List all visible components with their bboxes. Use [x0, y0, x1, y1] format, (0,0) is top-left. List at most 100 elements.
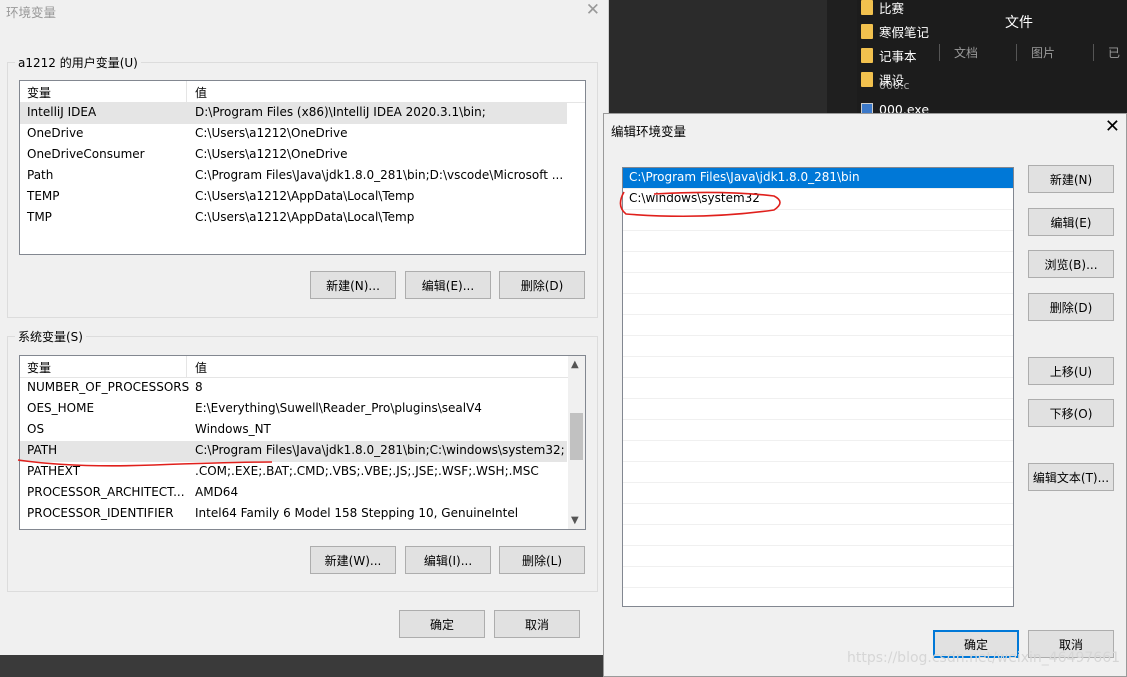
table-header: 变量 值: [20, 356, 585, 378]
table-row[interactable]: PROCESSOR_IDENTIFIER Intel64 Family 6 Mod…: [20, 504, 585, 525]
variable-value: AMD64: [195, 485, 239, 499]
scroll-down-icon[interactable]: ▼: [571, 515, 579, 526]
empty-row[interactable]: [623, 294, 1013, 315]
table-row[interactable]: OES_HOME E:\Everything\Suwell\Reader_Pro\…: [20, 399, 585, 420]
empty-row[interactable]: [623, 357, 1013, 378]
empty-row[interactable]: [623, 231, 1013, 252]
user-new-button[interactable]: 新建(N)...: [310, 271, 396, 299]
empty-row[interactable]: [623, 399, 1013, 420]
system-variables-table[interactable]: 变量 值 NUMBER_OF_PROCESSORS 8 OES_HOME E:\Ev…: [19, 355, 586, 530]
empty-row[interactable]: [623, 504, 1013, 525]
variable-name: IntelliJ IDEA: [27, 105, 97, 119]
table-row[interactable]: IntelliJ IDEA D:\Program Files (x86)\Inte…: [20, 103, 567, 124]
empty-row[interactable]: [623, 462, 1013, 483]
user-variables-table[interactable]: 变量 值 IntelliJ IDEA D:\Program Files (x86)…: [19, 80, 586, 255]
titlebar: 环境变量 ✕: [0, 0, 608, 22]
empty-row[interactable]: [623, 567, 1013, 588]
empty-row[interactable]: [623, 315, 1013, 336]
system-delete-button[interactable]: 删除(L): [499, 546, 585, 574]
file-item[interactable]: 课设: [857, 67, 904, 91]
table-row[interactable]: OneDrive C:\Users\a1212\OneDrive: [20, 124, 585, 145]
table-row[interactable]: NUMBER_OF_PROCESSORS 8: [20, 378, 585, 399]
browse-button[interactable]: 浏览(B)...: [1028, 250, 1114, 278]
folder-icon: [861, 23, 873, 39]
file-item[interactable]: 比赛: [857, 0, 904, 19]
vertical-scrollbar[interactable]: ▲ ▼: [568, 356, 585, 529]
column-header-variable[interactable]: 变量: [27, 84, 51, 101]
variable-name: NUMBER_OF_PROCESSORS: [27, 380, 190, 394]
file-item[interactable]: 寒假笔记: [857, 19, 929, 43]
folder-icon: [861, 0, 873, 15]
ok-button[interactable]: 确定: [399, 610, 485, 638]
background-strip: [827, 0, 857, 115]
column-header-value[interactable]: 值: [195, 84, 207, 101]
empty-row[interactable]: [623, 336, 1013, 357]
variable-name: OneDriveConsumer: [27, 147, 145, 161]
variable-name: PROCESSOR_ARCHITECT...: [27, 485, 185, 499]
move-up-button[interactable]: 上移(U): [1028, 357, 1114, 385]
table-row[interactable]: OneDriveConsumer C:\Users\a1212\OneDrive: [20, 145, 585, 166]
table-row[interactable]: TEMP C:\Users\a1212\AppData\Local\Temp: [20, 187, 585, 208]
variable-value: C:\Program Files\Java\jdk1.8.0_281\bin;D…: [195, 168, 564, 182]
edit-env-var-dialog: 编辑环境变量 ✕ C:\Program Files\Java\jdk1.8.0_…: [603, 113, 1127, 677]
user-edit-button[interactable]: 编辑(E)...: [405, 271, 491, 299]
panel-tabs: 文档 图片 已: [939, 44, 1120, 61]
scrollbar-thumb[interactable]: [570, 413, 583, 460]
variable-value: C:\Users\a1212\OneDrive: [195, 126, 348, 140]
path-entry-text: C:\Program Files\Java\jdk1.8.0_281\bin: [629, 170, 860, 184]
edit-text-button[interactable]: 编辑文本(T)...: [1028, 463, 1114, 491]
panel-title: 文件: [1005, 15, 1033, 31]
path-entry[interactable]: C:\Program Files\Java\jdk1.8.0_281\bin: [623, 168, 1013, 189]
variable-value: D:\Program Files (x86)\IntelliJ IDEA 202…: [195, 105, 486, 119]
group-label: a1212 的用户变量(U): [15, 54, 141, 71]
empty-row[interactable]: [623, 441, 1013, 462]
column-divider[interactable]: [186, 356, 187, 378]
empty-row[interactable]: [623, 252, 1013, 273]
column-divider[interactable]: [186, 81, 187, 103]
file-name: 课设: [879, 72, 905, 88]
variable-value: C:\Users\a1212\AppData\Local\Temp: [195, 189, 415, 203]
close-icon[interactable]: ✕: [586, 2, 600, 19]
new-entry-button[interactable]: 新建(N): [1028, 165, 1114, 193]
variable-value: Windows_NT: [195, 422, 271, 436]
move-down-button[interactable]: 下移(O): [1028, 399, 1114, 427]
close-icon[interactable]: ✕: [1105, 118, 1120, 136]
path-entry-list[interactable]: C:\Program Files\Java\jdk1.8.0_281\bin C…: [622, 167, 1014, 607]
group-label: 系统变量(S): [15, 328, 86, 345]
user-delete-button[interactable]: 删除(D): [499, 271, 585, 299]
cancel-button[interactable]: 取消: [494, 610, 580, 638]
tab-pictures[interactable]: 图片: [1016, 44, 1055, 61]
column-header-variable[interactable]: 变量: [27, 359, 51, 376]
system-edit-button[interactable]: 编辑(I)...: [405, 546, 491, 574]
background-desktop: 比赛 寒假笔记 记事本 000.c 课设 000.exe 文件 文档 图片 已: [609, 0, 1127, 117]
file-name: 寒假笔记: [879, 24, 930, 40]
variable-name: OneDrive: [27, 126, 84, 140]
edit-entry-button[interactable]: 编辑(E): [1028, 208, 1114, 236]
table-row[interactable]: OS Windows_NT: [20, 420, 585, 441]
tab-documents[interactable]: 文档: [939, 44, 978, 61]
folder-icon: [861, 47, 873, 63]
empty-row[interactable]: [623, 273, 1013, 294]
system-new-button[interactable]: 新建(W)...: [310, 546, 396, 574]
table-row[interactable]: PROCESSOR_ARCHITECT... AMD64: [20, 483, 585, 504]
file-name: 比赛: [879, 0, 905, 16]
dialog-title: 编辑环境变量: [611, 124, 687, 139]
empty-row[interactable]: [623, 378, 1013, 399]
empty-row[interactable]: [623, 525, 1013, 546]
tab-other[interactable]: 已: [1093, 44, 1120, 61]
empty-row[interactable]: [623, 546, 1013, 567]
file-item[interactable]: 记事本: [857, 43, 917, 67]
scroll-up-icon[interactable]: ▲: [571, 359, 579, 370]
delete-entry-button[interactable]: 删除(D): [1028, 293, 1114, 321]
variable-value: C:\Users\a1212\OneDrive: [195, 147, 348, 161]
variable-value: 8: [195, 380, 203, 394]
table-header: 变量 值: [20, 81, 585, 103]
column-header-value[interactable]: 值: [195, 359, 207, 376]
variable-value: C:\Users\a1212\AppData\Local\Temp: [195, 210, 415, 224]
empty-row[interactable]: [623, 420, 1013, 441]
variable-name: OS: [27, 422, 45, 436]
red-circle-annotation: [619, 191, 781, 218]
table-row[interactable]: TMP C:\Users\a1212\AppData\Local\Temp: [20, 208, 585, 229]
table-row[interactable]: Path C:\Program Files\Java\jdk1.8.0_281\b…: [20, 166, 585, 187]
empty-row[interactable]: [623, 483, 1013, 504]
